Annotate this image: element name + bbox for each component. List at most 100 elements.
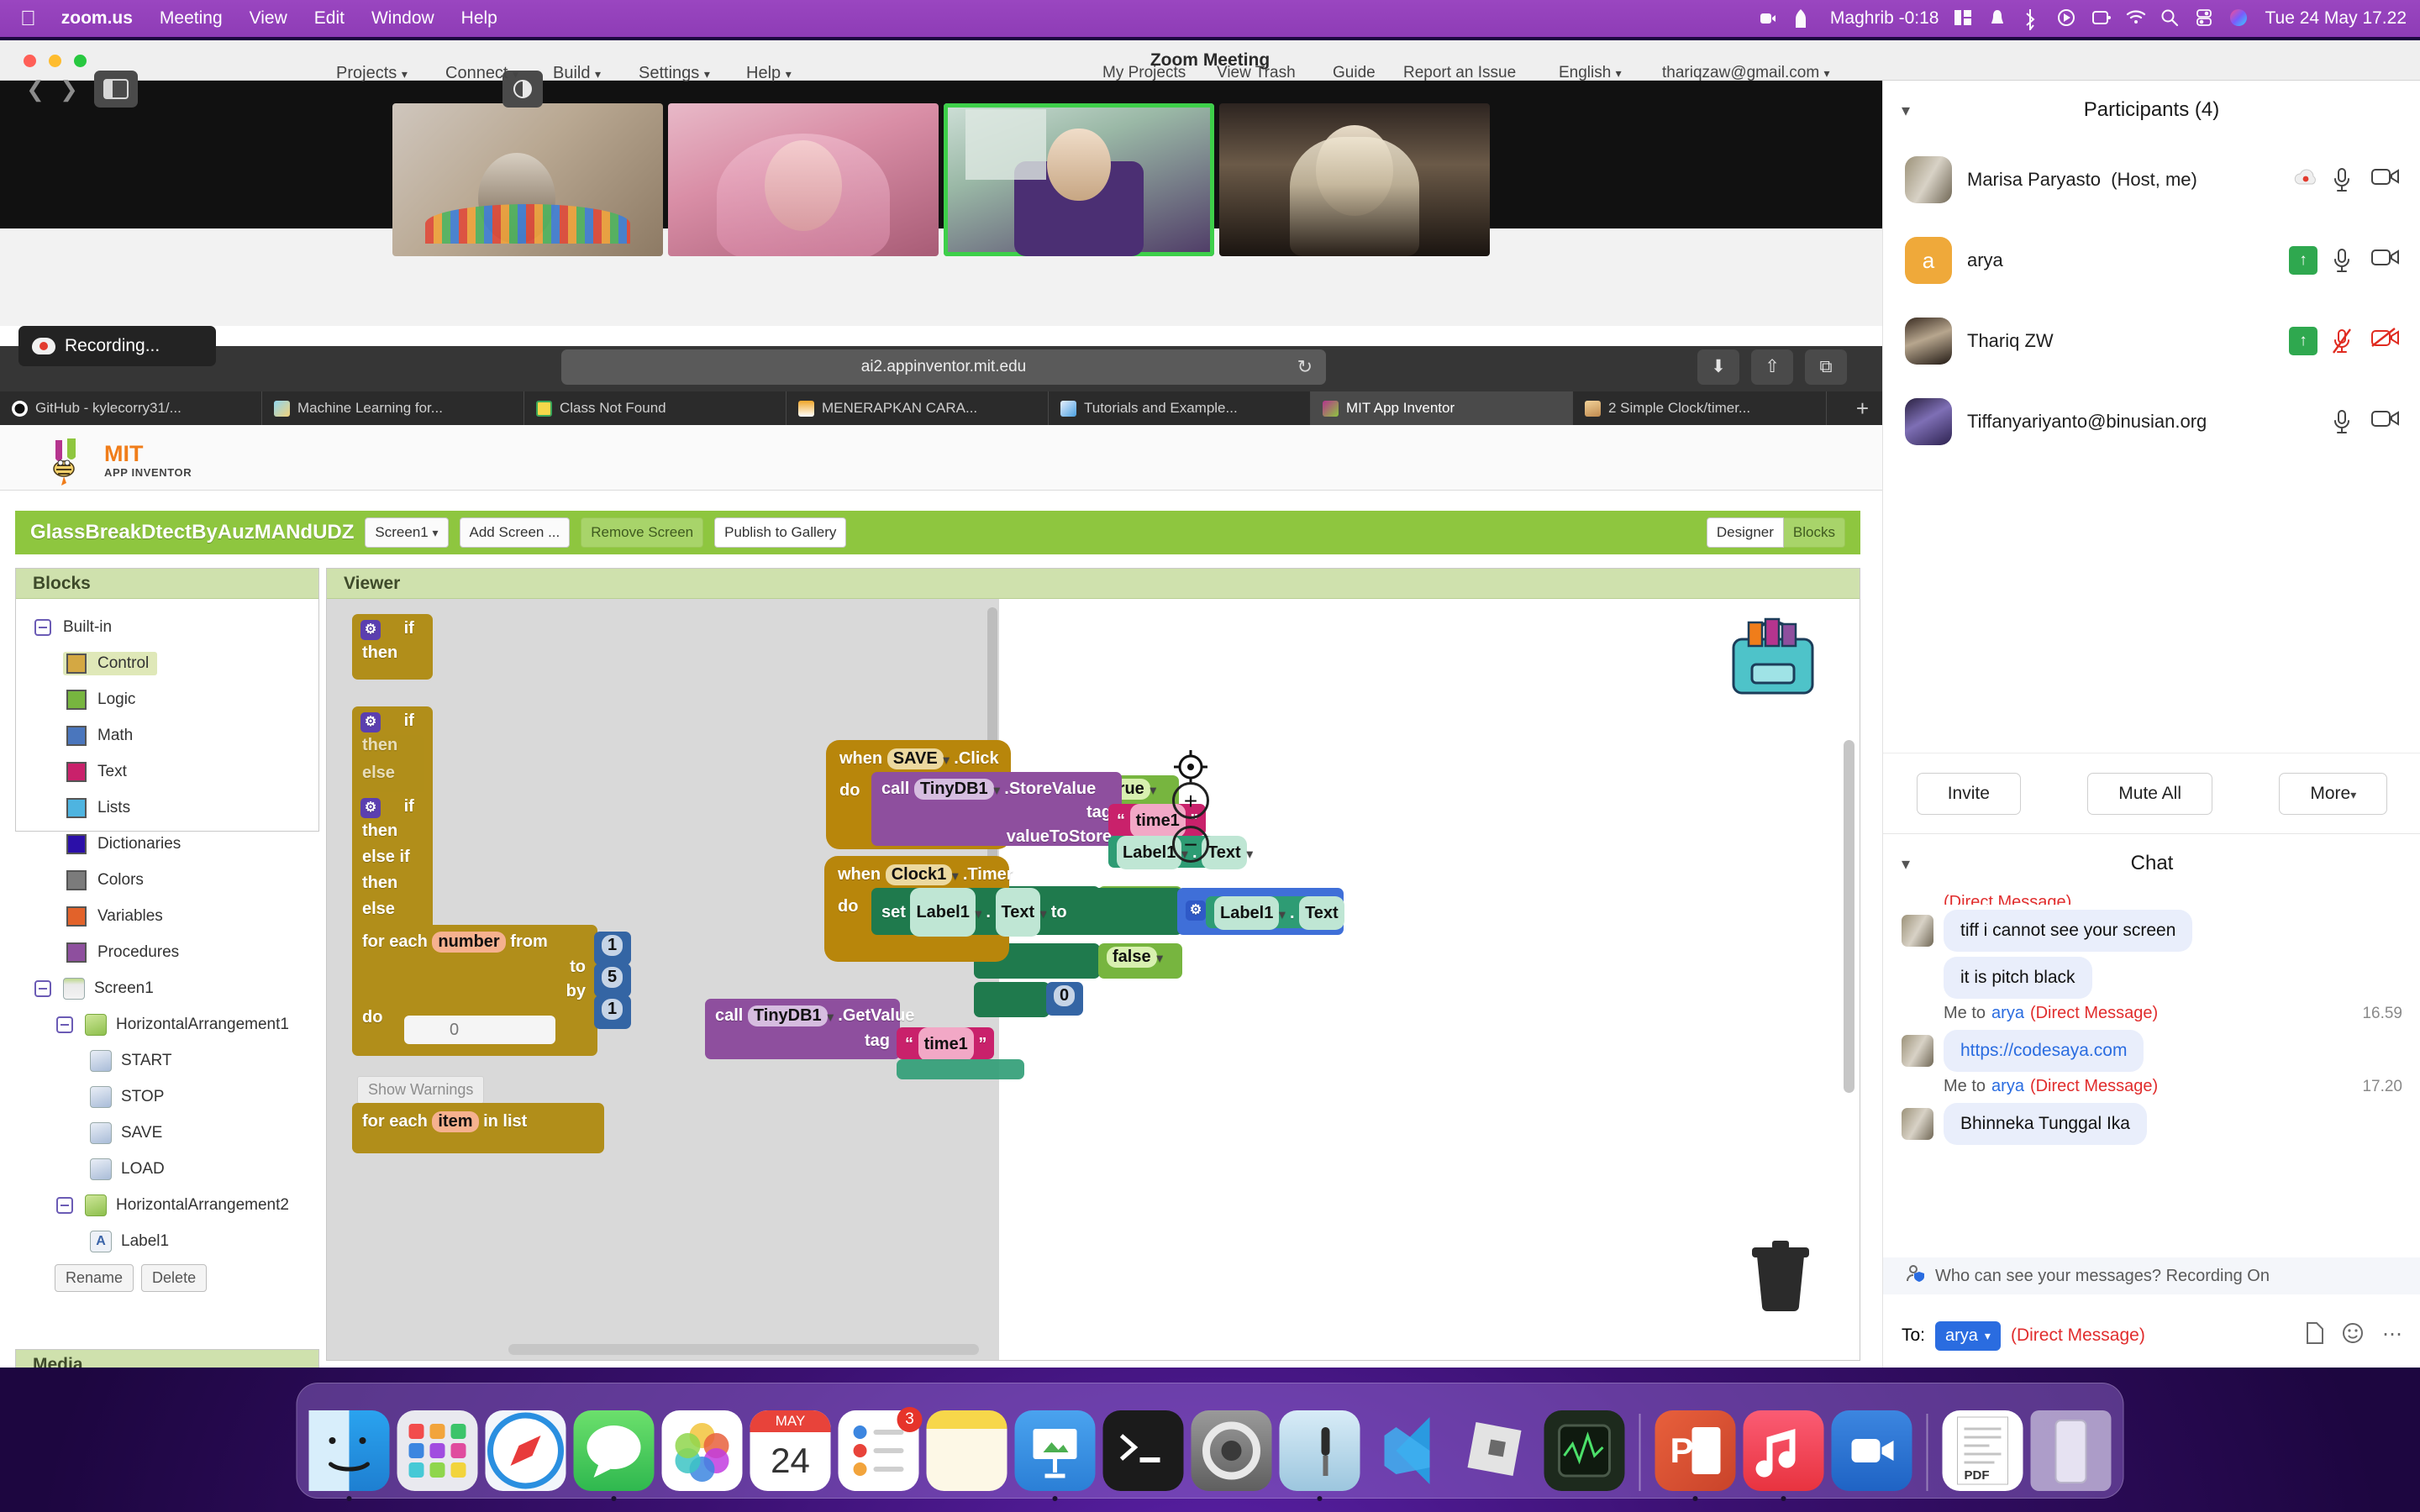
participant-row-2[interactable]: Thariq ZW ↑ [1883, 301, 2420, 381]
blocks-canvas[interactable]: when START▾ .Click do set Clock1▾ . Time… [327, 599, 1860, 1360]
blocks-tab[interactable]: Blocks [1783, 517, 1845, 548]
close-window-button[interactable] [24, 55, 36, 67]
recipient-selector[interactable]: arya ▾ [1935, 1320, 2001, 1351]
menubar-item-zoomus[interactable]: zoom.us [48, 0, 146, 37]
tree-node-start[interactable]: START [16, 1042, 318, 1079]
tree-node-builtin[interactable]: Built-in [16, 609, 318, 645]
browser-tab-1[interactable]: Machine Learning for... [262, 391, 524, 425]
back-arrow-icon[interactable]: ❮ [18, 71, 52, 108]
publish-to-gallery-button[interactable]: Publish to Gallery [714, 517, 847, 548]
dock-item-photos[interactable] [661, 1410, 743, 1491]
flyout-block-if-then-elseif-else[interactable]: ⚙ if then else if then else [352, 792, 433, 943]
tree-node-lists[interactable]: Lists [16, 790, 318, 826]
participant-row-0[interactable]: Marisa Paryasto (Host, me) [1883, 139, 2420, 220]
bell-icon[interactable] [1988, 8, 2008, 29]
rename-button[interactable]: Rename [55, 1264, 134, 1292]
menu-settings[interactable]: Settings ▾ [639, 40, 710, 106]
split-view-icon[interactable] [1954, 8, 1974, 29]
dock-item-keynote[interactable] [1014, 1410, 1096, 1501]
download-icon[interactable]: ⬇ [1697, 349, 1739, 385]
flyout-number-to[interactable]: 5 [594, 963, 631, 997]
minimize-window-button[interactable] [49, 55, 61, 67]
dock-item-system-preferences[interactable] [1191, 1410, 1272, 1491]
tree-node-screen1[interactable]: Screen1 [16, 970, 318, 1006]
chat-message-list[interactable]: (Direct Message) tiff i cannot see your … [1883, 893, 2420, 1257]
block-call-tinydb1-getvalue[interactable]: call TinyDB1 ▾ .GetValue tag [705, 999, 914, 1059]
tree-node-label1[interactable]: A Label1 [16, 1223, 318, 1259]
block-get-label1-text-3[interactable] [897, 1059, 1024, 1079]
sidebar-icon[interactable] [94, 71, 138, 108]
camera-icon[interactable] [2371, 247, 2399, 274]
participant-row-3[interactable]: Tiffanyariyanto@binusian.org [1883, 381, 2420, 462]
invite-button[interactable]: Invite [1916, 772, 2021, 815]
delete-button[interactable]: Delete [141, 1264, 208, 1292]
tree-node-procedures[interactable]: Procedures [16, 934, 318, 970]
new-tab-button[interactable]: + [1843, 391, 1882, 425]
dock-item-calendar[interactable]: MAY 24 [750, 1410, 831, 1491]
camera-icon[interactable] [1758, 8, 1778, 29]
dock-item-powerpoint[interactable]: P [1655, 1410, 1736, 1501]
siri-icon[interactable] [2229, 8, 2248, 29]
menu-connect[interactable]: Connect ▾ [445, 40, 518, 106]
show-warnings-button[interactable]: Show Warnings [357, 1076, 485, 1104]
canvas-horizontal-scrollbar[interactable] [508, 1344, 979, 1355]
mutator-gear-icon[interactable]: ⚙ [360, 798, 381, 818]
flyout-number-from[interactable]: 1 [594, 932, 631, 965]
mutator-gear-icon[interactable]: ⚙ [1186, 900, 1206, 921]
block-zero-connector[interactable] [974, 982, 1050, 1017]
zoom-out-icon[interactable]: − [1172, 826, 1209, 863]
menubar-item-meeting[interactable]: Meeting [146, 0, 236, 37]
chat-input[interactable]: Type message here... [1883, 1363, 2420, 1368]
menubar-item-help[interactable]: Help [448, 0, 511, 37]
dock-item-zoom[interactable] [1831, 1410, 1912, 1491]
file-icon[interactable] [2305, 1321, 2323, 1350]
menu-build[interactable]: Build ▾ [553, 40, 601, 106]
control-center-icon[interactable] [2195, 8, 2215, 29]
maximize-window-button[interactable] [74, 55, 87, 67]
mutator-gear-icon[interactable]: ⚙ [360, 620, 381, 640]
dock-item-notes[interactable] [926, 1410, 1007, 1491]
chat-bubble-link[interactable]: https://codesaya.com [1944, 1030, 2144, 1072]
menubar-item-edit[interactable]: Edit [301, 0, 358, 37]
block-set-label1-text-join[interactable]: set Label1 ▾ . Text ▾ to [871, 888, 1182, 937]
more-icon[interactable]: ⋯ [2382, 1322, 2402, 1350]
tree-node-logic[interactable]: Logic [16, 681, 318, 717]
tree-node-variables[interactable]: Variables [16, 898, 318, 934]
tree-node-control[interactable]: Control [16, 645, 318, 681]
flyout-block-if-then[interactable]: ⚙ if then [352, 614, 433, 680]
tree-node-math[interactable]: Math [16, 717, 318, 753]
flyout-block-for-each-item-in-list[interactable]: for each item in list [352, 1103, 604, 1153]
mit-app-inventor-logo[interactable]: MIT APP INVENTOR [44, 435, 192, 487]
link-my-projects[interactable]: My Projects [1102, 40, 1186, 106]
raise-hand-icon[interactable]: ↑ [2289, 327, 2317, 355]
tree-node-arrangement2[interactable]: HorizontalArrangement2 [16, 1187, 318, 1223]
search-icon[interactable] [2160, 8, 2181, 29]
more-button[interactable]: More▾ [2279, 772, 2388, 815]
browser-tab-5[interactable]: MIT App Inventor [1311, 391, 1573, 425]
bluetooth-icon[interactable] [2023, 8, 2043, 32]
link-guide[interactable]: Guide [1333, 40, 1376, 106]
forward-arrow-icon[interactable]: ❯ [52, 71, 86, 108]
browser-tab-3[interactable]: MENERAPKAN CARA... [786, 391, 1049, 425]
tree-node-arrangement1[interactable]: HorizontalArrangement1 [16, 1006, 318, 1042]
zoom-in-icon[interactable]: + [1172, 782, 1209, 819]
menu-projects[interactable]: Projects ▾ [336, 40, 408, 106]
browser-tab-4[interactable]: Tutorials and Example... [1049, 391, 1311, 425]
block-call-tinydb1-storevalue[interactable]: call TinyDB1 ▾ .StoreValue tag valueToSto… [871, 772, 1122, 846]
dock-item-music[interactable] [1743, 1410, 1824, 1501]
dock-item-activity-monitor[interactable] [1544, 1410, 1625, 1491]
participant-row-1[interactable]: a arya ↑ [1883, 220, 2420, 301]
tree-node-text[interactable]: Text [16, 753, 318, 790]
mosque-icon[interactable] [1792, 8, 1812, 29]
tab-overview-icon[interactable]: ⧉ [1805, 349, 1847, 385]
link-view-trash[interactable]: View Trash [1217, 40, 1296, 106]
link-report-issue[interactable]: Report an Issue [1403, 40, 1516, 106]
menubar-item-view[interactable]: View [236, 0, 301, 37]
browser-tab-6[interactable]: 2 Simple Clock/timer... [1573, 391, 1827, 425]
menubar-clock[interactable]: Tue 24 May 17.22 [2265, 8, 2407, 29]
dock-item-pdf-document[interactable]: PDF [1942, 1410, 2023, 1491]
chevron-down-icon[interactable]: ▾ [1902, 853, 1910, 874]
add-screen-button[interactable]: Add Screen ... [459, 517, 571, 548]
block-logic-false-2[interactable]: false ▾ [1098, 943, 1182, 979]
collapse-icon[interactable] [56, 1016, 73, 1033]
